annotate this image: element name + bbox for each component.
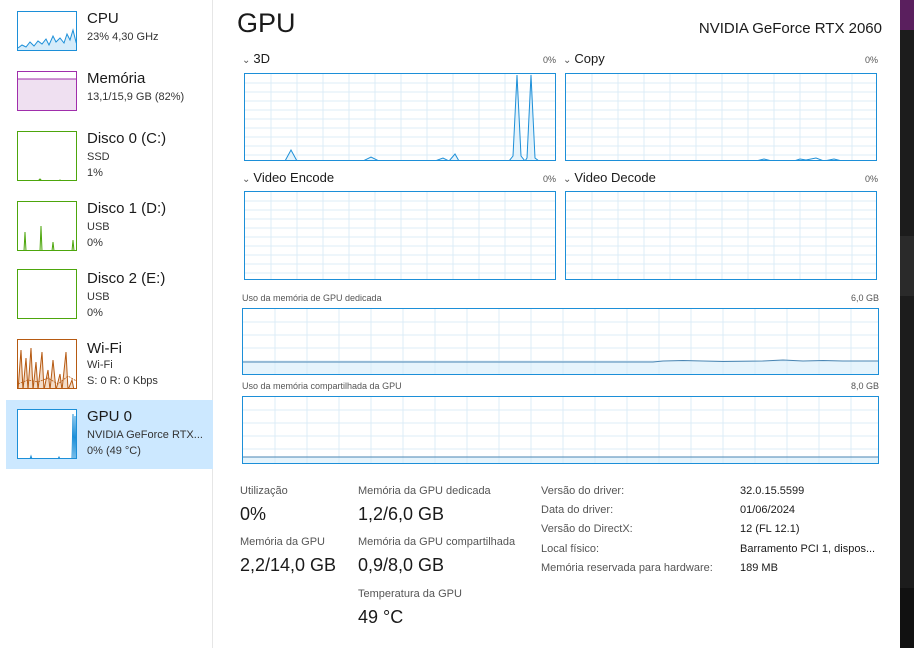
- sidebar-item-disk1[interactable]: Disco 1 (D:) USB 0%: [6, 192, 213, 258]
- page-title: GPU: [237, 8, 296, 38]
- desktop-edge-bottom: [900, 588, 914, 648]
- graph-pct-video-decode: 0%: [864, 174, 878, 184]
- utilization-label: Utilização: [240, 485, 288, 497]
- disk0-thumbnail: [17, 131, 77, 181]
- sidebar-item-sub2: 0%: [87, 307, 103, 319]
- graph-label-3d: 3D: [253, 51, 271, 66]
- desktop-edge: [900, 0, 914, 648]
- cpu-thumbnail: [17, 11, 77, 51]
- sidebar-item-sub: 23% 4,30 GHz: [87, 31, 159, 43]
- graph-pct-copy: 0%: [864, 55, 878, 65]
- graph-video-encode-plot: [245, 192, 555, 279]
- gpu-memory-value: 2,2/14,0 GB: [240, 555, 337, 575]
- memory-thumbnail: [17, 71, 77, 111]
- driver-date-label: Data do driver:: [541, 504, 614, 516]
- graph-copy-plot: [566, 74, 876, 160]
- sidebar-item-title: GPU 0: [87, 408, 133, 425]
- task-manager-window: CPU 23% 4,30 GHz Memória 13,1/15,9 GB (8…: [0, 0, 900, 648]
- sidebar-item-sub: SSD: [87, 151, 110, 163]
- sidebar-item-memory[interactable]: Memória 13,1/15,9 GB (82%): [6, 62, 213, 128]
- sidebar-item-sub: 13,1/15,9 GB (82%): [87, 91, 185, 103]
- sidebar-item-sub2: 0% (49 °C): [87, 445, 141, 457]
- graph-pct-video-encode: 0%: [542, 174, 556, 184]
- graph-selector-copy[interactable]: ⌄ Copy: [563, 51, 605, 66]
- sidebar-item-sub: NVIDIA GeForce RTX...: [87, 429, 203, 441]
- wifi-thumbnail: [17, 339, 77, 389]
- dedicated-memory-stat-value: 1,2/6,0 GB: [358, 504, 445, 524]
- sidebar-item-sub2: S: 0 R: 0 Kbps: [87, 375, 158, 387]
- chevron-down-icon: ⌄: [242, 174, 251, 185]
- performance-sidebar: CPU 23% 4,30 GHz Memória 13,1/15,9 GB (8…: [0, 0, 213, 648]
- graph-dedicated-memory: [242, 308, 879, 375]
- sidebar-item-sub: Wi-Fi: [87, 359, 113, 371]
- dedicated-memory-label: Uso da memória de GPU dedicada: [242, 293, 382, 303]
- shared-memory-stat-value: 0,9/8,0 GB: [358, 555, 445, 575]
- sidebar-item-sub2: 1%: [87, 167, 103, 179]
- sidebar-item-disk0[interactable]: Disco 0 (C:) SSD 1%: [6, 122, 213, 188]
- temperature-value: 49 °C: [358, 607, 404, 627]
- sidebar-item-cpu[interactable]: CPU 23% 4,30 GHz: [6, 2, 213, 68]
- sidebar-item-sub: USB: [87, 221, 110, 233]
- dedicated-memory-max: 6,0 GB: [850, 293, 879, 303]
- graph-copy: [565, 73, 877, 161]
- sidebar-item-disk2[interactable]: Disco 2 (E:) USB 0%: [6, 262, 213, 328]
- driver-date-value: 01/06/2024: [740, 504, 796, 516]
- sidebar-item-sub2: 0%: [87, 237, 103, 249]
- graph-shared-memory: [242, 396, 879, 464]
- dedicated-memory-stat-label: Memória da GPU dedicada: [358, 485, 491, 497]
- graph-label-copy: Copy: [574, 51, 605, 66]
- sidebar-item-gpu0[interactable]: GPU 0 NVIDIA GeForce RTX... 0% (49 °C): [6, 400, 213, 469]
- driver-version-label: Versão do driver:: [541, 485, 625, 497]
- chevron-down-icon: ⌄: [563, 55, 572, 66]
- shared-memory-stat-label: Memória da GPU compartilhada: [358, 536, 516, 548]
- sidebar-item-sub: USB: [87, 291, 110, 303]
- graph-selector-video-encode[interactable]: ⌄ Video Encode: [242, 170, 334, 185]
- graph-video-encode: [244, 191, 556, 280]
- graph-shared-memory-plot: [243, 397, 878, 463]
- graph-label-video-encode: Video Encode: [253, 170, 335, 185]
- graph-label-video-decode: Video Decode: [574, 170, 656, 185]
- sidebar-item-title: Disco 1 (D:): [87, 200, 167, 217]
- graph-selector-3d[interactable]: ⌄ 3D: [242, 51, 270, 66]
- sidebar-item-title: Memória: [87, 70, 146, 87]
- shared-memory-max: 8,0 GB: [850, 381, 879, 391]
- device-name: NVIDIA GeForce RTX 2060: [698, 20, 882, 37]
- temperature-label: Temperatura da GPU: [358, 588, 462, 600]
- sidebar-item-title: Disco 2 (E:): [87, 270, 166, 287]
- graph-video-decode-plot: [566, 192, 876, 279]
- directx-version-label: Versão do DirectX:: [541, 523, 633, 535]
- gpu-memory-label: Memória da GPU: [240, 536, 325, 548]
- graph-selector-video-decode[interactable]: ⌄ Video Decode: [563, 170, 656, 185]
- graph-pct-3d: 0%: [542, 55, 556, 65]
- sidebar-item-title: CPU: [87, 10, 119, 27]
- hardware-reserved-memory-value: 189 MB: [740, 562, 778, 574]
- disk1-thumbnail: [17, 201, 77, 251]
- graph-video-decode: [565, 191, 877, 280]
- graph-3d-plot: [245, 74, 555, 160]
- sidebar-item-title: Wi-Fi: [87, 340, 122, 357]
- gpu-thumbnail: [17, 409, 77, 459]
- shared-memory-label: Uso da memória compartilhada da GPU: [242, 381, 402, 391]
- physical-location-label: Local físico:: [541, 543, 600, 555]
- chevron-down-icon: ⌄: [242, 55, 251, 66]
- physical-location-value: Barramento PCI 1, dispos...: [740, 543, 876, 555]
- sidebar-item-title: Disco 0 (C:): [87, 130, 167, 147]
- graph-dedicated-memory-plot: [243, 309, 878, 374]
- hardware-reserved-memory-label: Memória reservada para hardware:: [541, 562, 713, 574]
- disk2-thumbnail: [17, 269, 77, 319]
- chevron-down-icon: ⌄: [563, 174, 572, 185]
- utilization-value: 0%: [240, 504, 267, 524]
- driver-version-value: 32.0.15.5599: [740, 485, 805, 497]
- desktop-edge-purple: [900, 0, 914, 30]
- graph-3d: [244, 73, 556, 161]
- desktop-edge-dark: [900, 236, 914, 296]
- directx-version-value: 12 (FL 12.1): [740, 523, 800, 535]
- sidebar-item-wifi[interactable]: Wi-Fi Wi-Fi S: 0 R: 0 Kbps: [6, 332, 213, 398]
